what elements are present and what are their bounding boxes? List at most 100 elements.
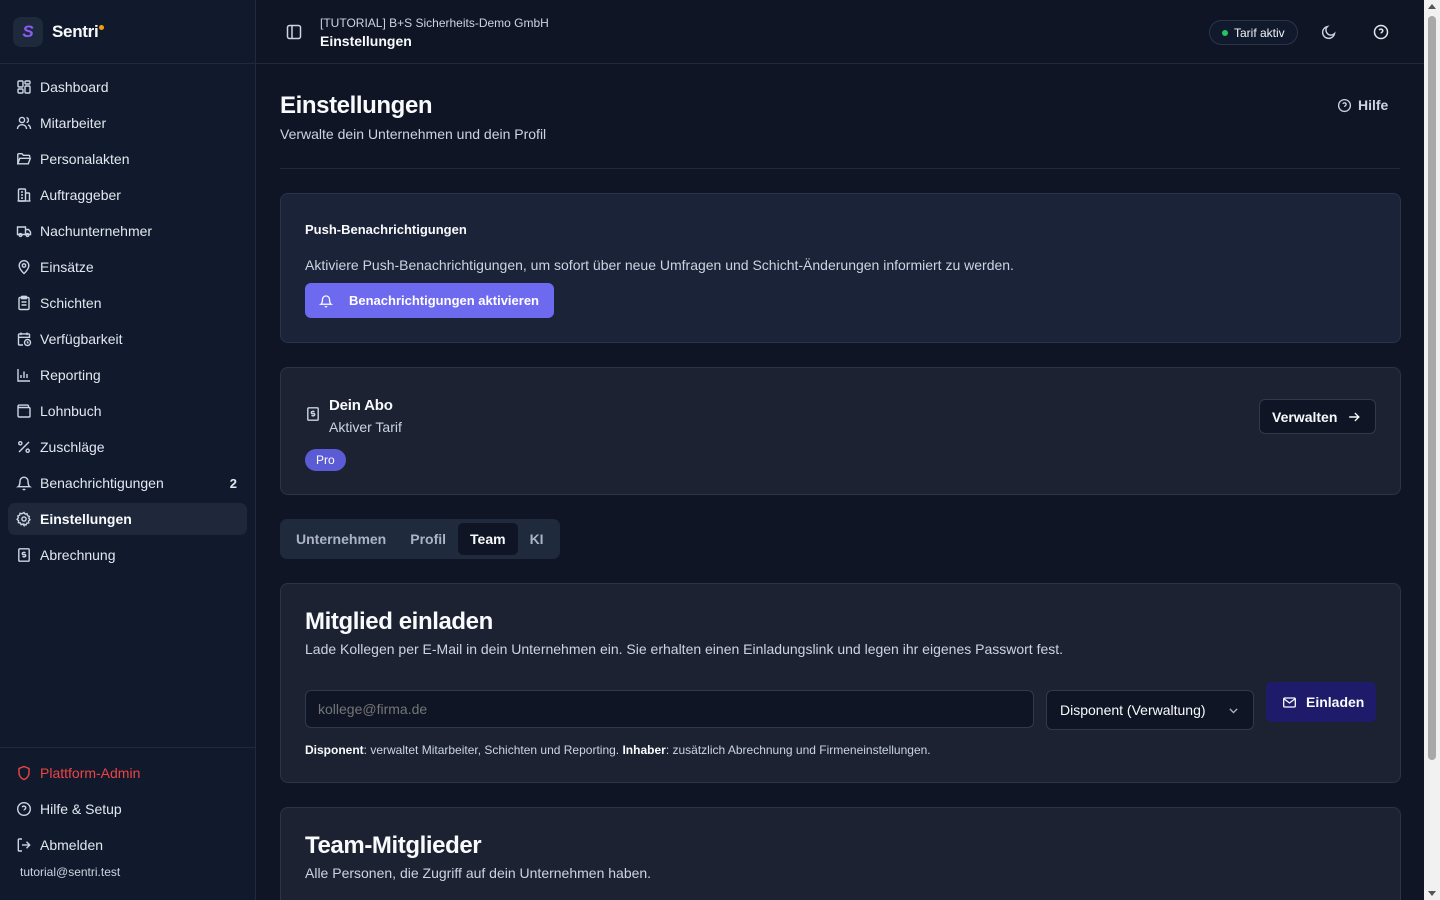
folder-icon [16,151,32,167]
sidebar-item-schichten[interactable]: Schichten [8,287,247,319]
sidebar: S Sentri Dashboard Mitarbeiter Personala… [0,0,256,900]
sidebar-item-lohnbuch[interactable]: Lohnbuch [8,395,247,427]
shield-icon [16,765,32,781]
truck-icon [16,223,32,239]
logout-icon [16,837,32,853]
hilfe-label: Hilfe [1358,97,1389,113]
status-dot [1222,29,1228,36]
invite-subtitle: Lade Kollegen per E-Mail in dein Unterne… [305,641,1064,657]
sidebar-item-label: Dashboard [40,79,109,95]
settings-tabs: Unternehmen Profil Team KI [280,519,560,559]
sidebar-toggle-icon[interactable] [285,23,303,41]
moon-icon[interactable] [1321,24,1337,40]
manage-subscription-button[interactable]: Verwalten [1259,399,1376,434]
sidebar-item-mitarbeiter[interactable]: Mitarbeiter [8,107,247,139]
role-select[interactable]: Disponent (Verwaltung) [1046,690,1254,730]
sidebar-item-benachrichtigungen[interactable]: Benachrichtigungen 2 [8,467,247,499]
page-subtitle: Verwalte dein Unternehmen und dein Profi… [280,126,547,142]
header-page-title: Einstellungen [320,33,412,49]
push-notifications-card: Push-Benachrichtigungen Aktiviere Push-B… [280,193,1401,343]
help-circle-icon [16,801,32,817]
help-icon[interactable] [1373,24,1389,40]
scroll-up-arrow-icon[interactable] [1428,4,1436,9]
sidebar-item-label: Auftraggeber [40,187,121,203]
sidebar-item-label: Mitarbeiter [40,115,107,131]
push-description: Aktiviere Push-Benachrichtigungen, um so… [305,257,1014,273]
role-desc-disponent: : verwaltet Mitarbeiter, Schichten und R… [363,743,623,757]
receipt-icon [305,406,321,422]
user-email: tutorial@sentri.test [20,865,121,879]
sidebar-item-label: Benachrichtigungen [40,475,164,491]
hilfe-button[interactable]: Hilfe [1337,97,1388,113]
scroll-thumb[interactable] [1428,16,1436,760]
sidebar-item-verfuegbarkeit[interactable]: Verfügbarkeit [8,323,247,355]
sidebar-item-nachunternehmer[interactable]: Nachunternehmer [8,215,247,247]
subscription-subtitle: Aktiver Tarif [329,419,402,435]
tarif-status-label: Tarif aktiv [1234,25,1285,40]
invite-button[interactable]: Einladen [1266,682,1376,722]
gear-icon [16,511,32,527]
building-icon [16,187,32,203]
percent-icon [16,439,32,455]
invite-email-input[interactable] [305,690,1034,728]
team-subtitle: Alle Personen, die Zugriff auf dein Unte… [305,865,652,881]
sidebar-item-abrechnung[interactable]: Abrechnung [8,539,247,571]
users-icon [16,115,32,131]
sidebar-item-label: Verfügbarkeit [40,331,123,347]
brand-name: Sentri [52,21,99,41]
role-name-inhaber: Inhaber [622,743,666,757]
tab-unternehmen[interactable]: Unternehmen [284,523,398,555]
tab-team[interactable]: Team [458,523,518,555]
sidebar-item-zuschlaege[interactable]: Zuschläge [8,431,247,463]
receipt-icon [16,547,32,563]
plan-badge: Pro [305,449,346,471]
tab-profil[interactable]: Profil [398,523,458,555]
sidebar-item-label: Einstellungen [40,511,132,527]
main-content: Einstellungen Verwalte dein Unternehmen … [256,64,1424,900]
dashboard-icon [16,79,32,95]
invite-title: Mitglied einladen [305,608,493,635]
sidebar-item-help-setup[interactable]: Hilfe & Setup [8,793,247,825]
sidebar-item-label: Abrechnung [40,547,116,563]
sidebar-item-label: Nachunternehmer [40,223,153,239]
sidebar-item-label: Schichten [40,295,102,311]
role-select-value: Disponent (Verwaltung) [1060,702,1206,718]
sidebar-item-dashboard[interactable]: Dashboard [8,71,247,103]
bell-icon [16,475,32,491]
wallet-icon [16,403,32,419]
divider [280,168,1400,169]
tarif-status-badge[interactable]: Tarif aktiv [1209,20,1298,45]
sidebar-item-logout[interactable]: Abmelden [8,829,247,861]
sidebar-item-reporting[interactable]: Reporting [8,359,247,391]
sidebar-item-label: Zuschläge [40,439,105,455]
brand-logo: S [13,16,43,47]
sidebar-item-einstellungen[interactable]: Einstellungen [8,503,247,535]
enable-notifications-button[interactable]: Benachrichtigungen aktivieren [305,283,554,318]
sidebar-item-label: Lohnbuch [40,403,102,419]
chevron-down-icon [1229,708,1238,714]
bar-chart-icon [16,367,32,383]
sidebar-item-platform-admin[interactable]: Plattform-Admin [8,757,247,789]
calendar-clock-icon [16,331,32,347]
scrollbar[interactable] [1424,0,1440,900]
subscription-card: Dein Abo Aktiver Tarif Pro Verwalten [280,367,1401,495]
sidebar-item-einsaetze[interactable]: Einsätze [8,251,247,283]
clipboard-icon [16,295,32,311]
sidebar-item-auftraggeber[interactable]: Auftraggeber [8,179,247,211]
help-circle-icon [1337,98,1352,112]
arrow-right-icon [1349,412,1361,421]
sidebar-item-personalakten[interactable]: Personalakten [8,143,247,175]
sidebar-nav: Dashboard Mitarbeiter Personalakten Auft… [0,64,255,571]
sidebar-footer: Plattform-Admin Hilfe & Setup Abmelden t… [0,747,255,879]
sidebar-item-label: Personalakten [40,151,130,167]
tab-ki[interactable]: KI [518,523,556,555]
invite-button-label: Einladen [1306,694,1365,710]
mail-icon [1283,696,1296,708]
map-pin-icon [16,259,32,275]
manage-label: Verwalten [1272,408,1338,425]
brand[interactable]: S Sentri [0,0,255,64]
page-title: Einstellungen [280,92,433,119]
top-bar: [TUTORIAL] B+S Sicherheits-Demo GmbH Ein… [256,0,1424,64]
scroll-down-arrow-icon[interactable] [1428,891,1436,896]
enable-notifications-label: Benachrichtigungen aktivieren [349,293,539,308]
